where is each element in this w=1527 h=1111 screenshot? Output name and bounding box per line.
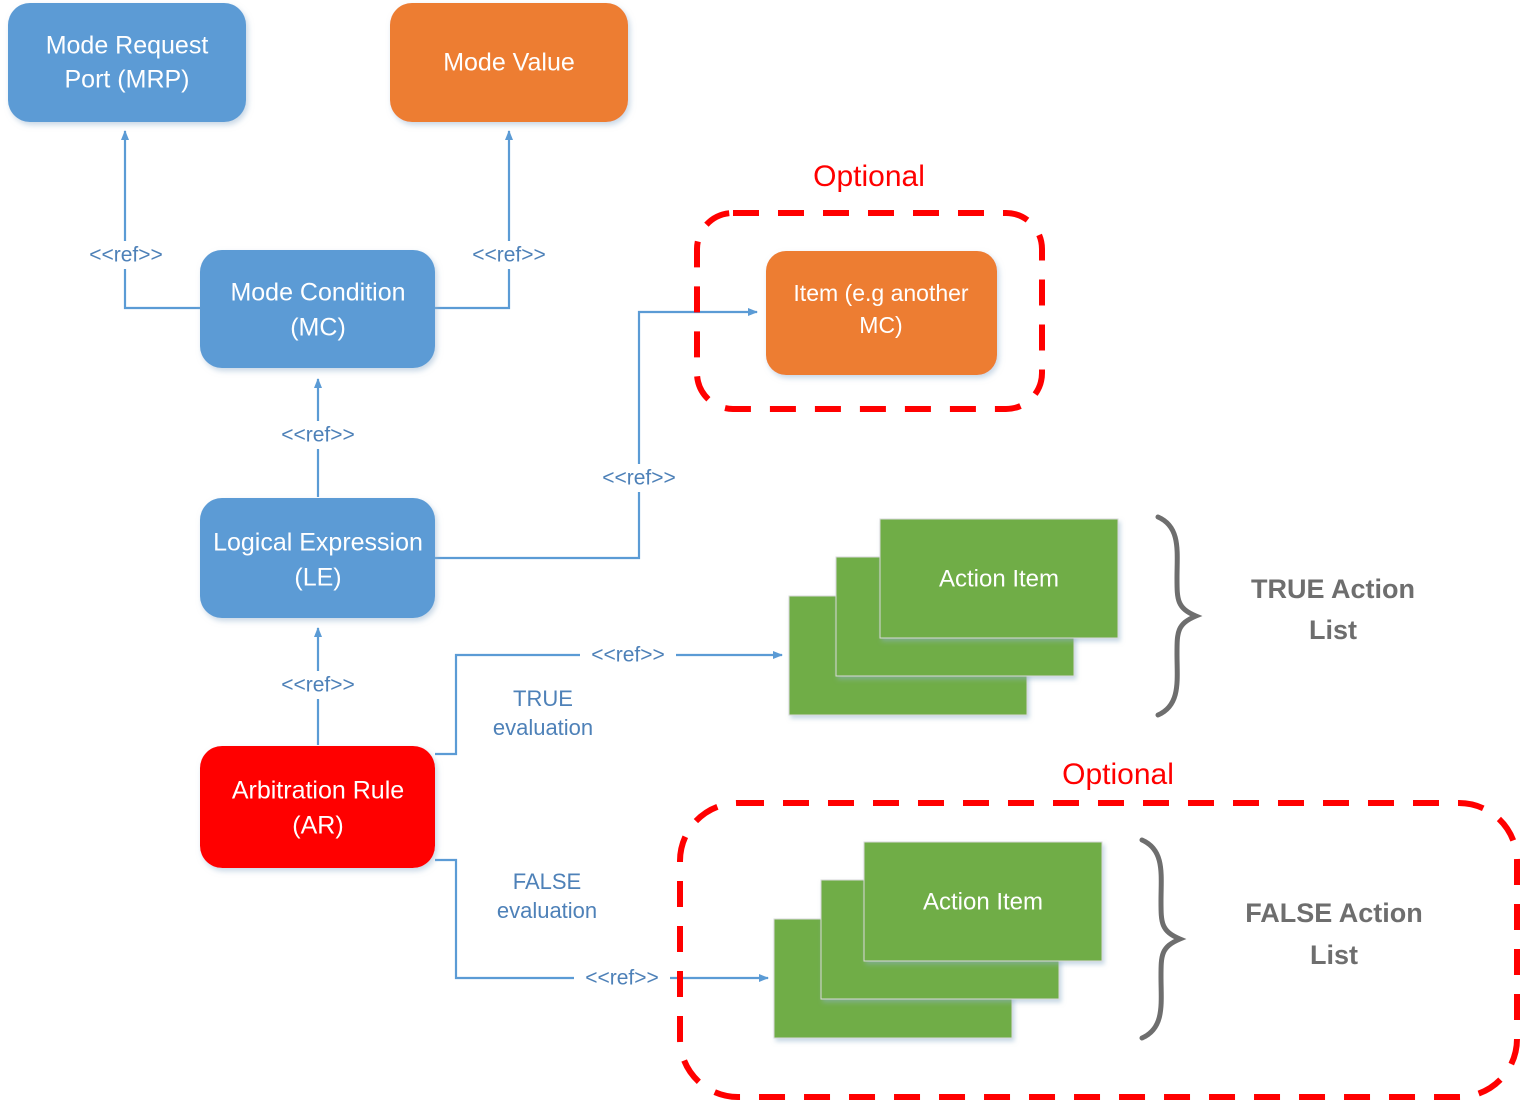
node-arbitration-rule-line1: Arbitration Rule — [232, 777, 404, 805]
ref-label-mc-to-mrp: <<ref>> — [89, 244, 163, 267]
optional-label-top: Optional — [813, 160, 925, 193]
ref-label-ar-to-le: <<ref>> — [281, 674, 355, 697]
node-item-another-mc[interactable]: Item (e.g another MC) — [766, 251, 997, 375]
node-item-another-mc-line1: Item (e.g another — [793, 280, 968, 306]
true-action-list-line1: TRUE Action — [1251, 574, 1415, 604]
diagram-canvas: <<ref>> <<ref>> <<ref>> <<ref>> <<ref>> … — [0, 0, 1527, 1111]
false-action-list-line2: List — [1310, 940, 1358, 970]
connector-mc-to-mrp — [121, 130, 200, 310]
edge-label-ar-true-ref: <<ref>> — [580, 641, 676, 669]
ref-label-le-to-item: <<ref>> — [602, 467, 676, 490]
edge-label-le-to-item: <<ref>> — [591, 464, 687, 492]
node-item-another-mc-line2: MC) — [859, 312, 902, 338]
node-mode-request-port-line1: Mode Request — [46, 32, 209, 60]
label-true-evaluation: TRUE evaluation — [493, 686, 593, 740]
node-arbitration-rule-box[interactable] — [200, 746, 435, 868]
true-action-list-line2: List — [1309, 615, 1357, 645]
node-mode-condition-line1: Mode Condition — [230, 279, 405, 307]
edge-label-ar-to-le: <<ref>> — [270, 671, 366, 699]
connector-mc-to-mode-value — [435, 130, 513, 310]
true-action-item-label: Action Item — [939, 565, 1059, 592]
connector-ar-true — [435, 651, 783, 756]
true-evaluation-line1: TRUE — [513, 686, 573, 711]
false-evaluation-line1: FALSE — [513, 869, 581, 894]
node-arbitration-rule[interactable]: Arbitration Rule (AR) — [200, 746, 435, 868]
node-mode-condition-box[interactable] — [200, 250, 435, 368]
false-action-item-label: Action Item — [923, 888, 1043, 915]
connector-le-to-item — [435, 308, 758, 560]
true-action-item-stack[interactable]: Action Item — [788, 518, 1119, 716]
true-action-list-brace — [1155, 514, 1203, 718]
true-action-list-label: TRUE Action List — [1251, 574, 1415, 645]
node-arbitration-rule-line2: (AR) — [292, 812, 343, 840]
edge-label-le-to-mc: <<ref>> — [270, 421, 366, 449]
false-action-list-line1: FALSE Action — [1245, 898, 1423, 928]
node-mode-request-port-box[interactable] — [8, 3, 246, 122]
node-logical-expression-box[interactable] — [200, 498, 435, 618]
node-mode-condition-line2: (MC) — [290, 314, 346, 342]
label-false-evaluation: FALSE evaluation — [497, 869, 597, 923]
node-logical-expression[interactable]: Logical Expression (LE) — [200, 498, 435, 618]
ref-label-ar-true: <<ref>> — [591, 644, 665, 667]
false-evaluation-line2: evaluation — [497, 898, 597, 923]
node-logical-expression-line1: Logical Expression — [213, 529, 423, 557]
true-evaluation-line2: evaluation — [493, 715, 593, 740]
edge-label-mc-to-mrp: <<ref>> — [78, 241, 174, 269]
ref-label-mc-to-mode-value: <<ref>> — [472, 244, 546, 267]
optional-label-bottom: Optional — [1062, 758, 1174, 791]
ref-label-le-to-mc: <<ref>> — [281, 424, 355, 447]
node-mode-value[interactable]: Mode Value — [390, 3, 628, 122]
edge-label-ar-false-ref: <<ref>> — [574, 964, 670, 992]
edge-label-mc-to-mode-value: <<ref>> — [461, 241, 557, 269]
false-action-list-label: FALSE Action List — [1245, 898, 1423, 970]
node-logical-expression-line2: (LE) — [294, 564, 341, 592]
false-action-item-stack[interactable]: Action Item — [773, 841, 1103, 1039]
node-mode-request-port[interactable]: Mode Request Port (MRP) — [8, 3, 246, 122]
connector-ar-false — [435, 858, 769, 982]
false-action-list-brace — [1139, 837, 1187, 1041]
ref-label-ar-false: <<ref>> — [585, 967, 659, 990]
node-mode-value-label: Mode Value — [443, 49, 575, 77]
node-mode-condition[interactable]: Mode Condition (MC) — [200, 250, 435, 368]
node-mode-request-port-line2: Port (MRP) — [65, 66, 190, 94]
